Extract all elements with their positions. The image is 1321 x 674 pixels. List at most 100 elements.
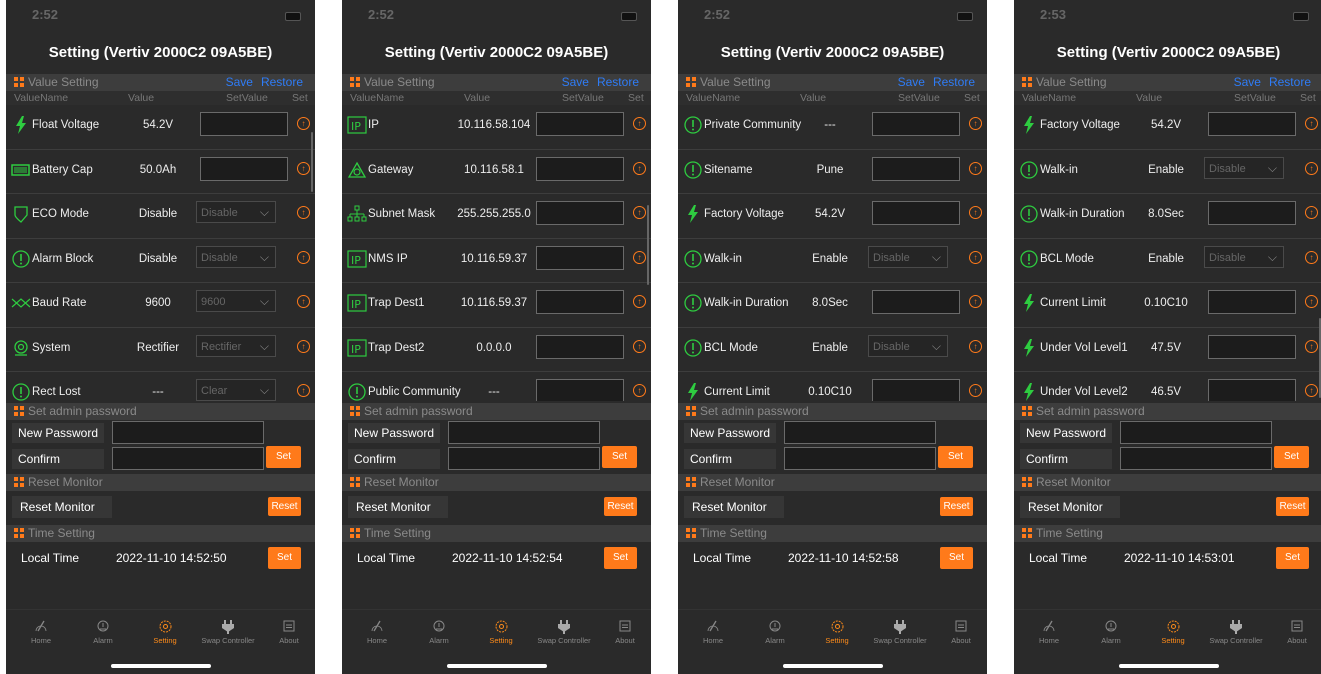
set-password-button[interactable]: Set [602,446,637,468]
set-value-input[interactable] [872,379,960,401]
save-button[interactable]: Save [898,75,925,89]
settings-list[interactable]: Float Voltage 54.2V ↑ Battery Cap 50.0Ah… [6,105,315,401]
set-value-input[interactable] [1208,201,1296,225]
apply-arrow-icon[interactable]: ↑ [1305,295,1318,308]
save-button[interactable]: Save [226,75,253,89]
apply-arrow-icon[interactable]: ↑ [969,295,982,308]
apply-arrow-icon[interactable]: ↑ [1305,117,1318,130]
set-value-select[interactable]: Disable ⌵ [868,245,948,268]
set-value-select[interactable]: Disable ⌵ [196,245,276,268]
settings-list[interactable]: Factory Voltage 54.2V ↑ Walk-in Enable D… [1014,105,1321,401]
apply-arrow-icon[interactable]: ↑ [1305,161,1318,175]
apply-arrow-icon[interactable]: ↑ [297,161,310,175]
apply-arrow-icon[interactable]: ↑ [969,339,982,353]
set-value-input[interactable] [872,201,960,225]
apply-arrow-icon[interactable]: ↑ [969,161,982,175]
apply-arrow-icon[interactable]: ↑ [297,250,310,264]
tab-alarm[interactable]: Alarm [744,620,806,645]
tab-about[interactable]: About [930,620,987,645]
scrollbar[interactable] [311,132,313,192]
save-button[interactable]: Save [1234,75,1261,89]
set-value-select[interactable]: Disable ⌵ [868,334,948,357]
tab-home[interactable]: Home [346,620,408,645]
set-value-input[interactable] [872,290,960,314]
tab-home[interactable]: Home [682,620,744,645]
tab-about[interactable]: About [1266,620,1321,645]
restore-button[interactable]: Restore [1269,75,1311,89]
apply-arrow-icon[interactable]: ↑ [633,117,646,130]
tab-swap-controller[interactable]: Swap Controller [869,620,931,645]
apply-arrow-icon[interactable]: ↑ [1305,250,1318,264]
set-value-input[interactable] [536,290,624,314]
restore-button[interactable]: Restore [933,75,975,89]
apply-arrow-icon[interactable]: ↑ [633,161,646,175]
set-value-input[interactable] [536,201,624,225]
tab-about[interactable]: About [594,620,651,645]
tab-home[interactable]: Home [1018,620,1080,645]
tab-setting[interactable]: Setting [806,620,868,645]
confirm-field[interactable] [784,447,936,470]
set-value-input[interactable] [536,379,624,401]
set-time-button[interactable]: Set [1276,547,1309,569]
set-time-button[interactable]: Set [940,547,973,569]
apply-arrow-icon[interactable]: ↑ [633,295,646,308]
reset-button[interactable]: Reset [604,497,637,516]
scrollbar[interactable] [647,205,649,285]
settings-list[interactable]: IP IP 10.116.58.104 ↑ Gateway 10.116.58.… [342,105,651,401]
set-value-input[interactable] [200,112,288,136]
tab-setting[interactable]: Setting [134,620,196,645]
reset-button[interactable]: Reset [940,497,973,516]
apply-arrow-icon[interactable]: ↑ [633,206,646,219]
set-password-button[interactable]: Set [1274,446,1309,468]
apply-arrow-icon[interactable]: ↑ [969,206,982,219]
set-value-input[interactable] [536,156,624,181]
tab-swap-controller[interactable]: Swap Controller [1205,620,1267,645]
apply-arrow-icon[interactable]: ↑ [969,384,982,397]
set-value-select[interactable]: Rectifier ⌵ [196,334,276,357]
apply-arrow-icon[interactable]: ↑ [297,295,310,308]
set-value-input[interactable] [872,112,960,136]
apply-arrow-icon[interactable]: ↑ [633,384,646,397]
apply-arrow-icon[interactable]: ↑ [297,384,310,397]
apply-arrow-icon[interactable]: ↑ [297,117,310,130]
apply-arrow-icon[interactable]: ↑ [1305,384,1318,397]
new-password-field[interactable] [1120,421,1272,444]
new-password-field[interactable] [784,421,936,444]
set-value-input[interactable] [536,334,624,359]
apply-arrow-icon[interactable]: ↑ [969,250,982,264]
apply-arrow-icon[interactable]: ↑ [297,206,310,219]
tab-alarm[interactable]: Alarm [408,620,470,645]
set-value-input[interactable] [536,245,624,270]
apply-arrow-icon[interactable]: ↑ [1305,339,1318,353]
set-value-select[interactable]: Clear ⌵ [196,379,276,401]
settings-list[interactable]: Private Community --- ↑ Sitename Pune ↑ … [678,105,987,401]
set-value-input[interactable] [200,156,288,181]
set-value-input[interactable] [536,112,624,136]
confirm-field[interactable] [112,447,264,470]
set-password-button[interactable]: Set [938,446,973,468]
set-password-button[interactable]: Set [266,446,301,468]
reset-button[interactable]: Reset [1276,497,1309,516]
set-value-select[interactable]: 9600 ⌵ [196,290,276,312]
set-value-input[interactable] [1208,290,1296,314]
set-time-button[interactable]: Set [268,547,301,569]
set-value-input[interactable] [1208,112,1296,136]
apply-arrow-icon[interactable]: ↑ [633,339,646,353]
apply-arrow-icon[interactable]: ↑ [969,117,982,130]
tab-swap-controller[interactable]: Swap Controller [197,620,259,645]
tab-alarm[interactable]: Alarm [1080,620,1142,645]
tab-setting[interactable]: Setting [1142,620,1204,645]
set-value-input[interactable] [872,156,960,181]
confirm-field[interactable] [1120,447,1272,470]
save-button[interactable]: Save [562,75,589,89]
new-password-field[interactable] [112,421,264,444]
set-value-input[interactable] [1208,334,1296,359]
restore-button[interactable]: Restore [597,75,639,89]
set-time-button[interactable]: Set [604,547,637,569]
tab-setting[interactable]: Setting [470,620,532,645]
apply-arrow-icon[interactable]: ↑ [1305,206,1318,219]
reset-button[interactable]: Reset [268,497,301,516]
tab-swap-controller[interactable]: Swap Controller [533,620,595,645]
restore-button[interactable]: Restore [261,75,303,89]
tab-alarm[interactable]: Alarm [72,620,134,645]
